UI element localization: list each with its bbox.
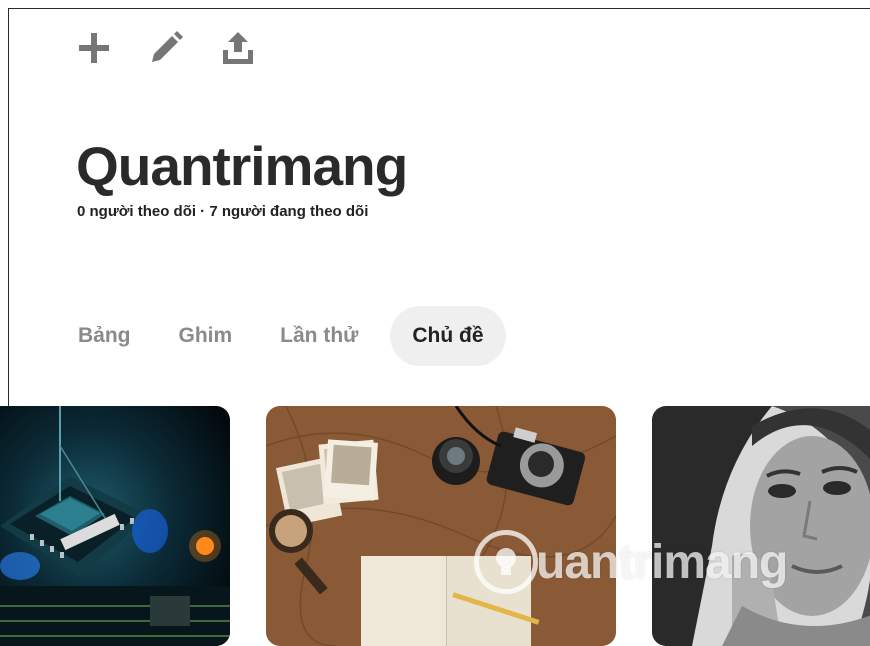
profile-tabs: Bảng Ghim Lần thử Chủ đề [62, 306, 522, 366]
add-button[interactable] [74, 28, 114, 68]
topic-card-technology[interactable] [0, 406, 230, 646]
topic-card-portrait[interactable] [652, 406, 870, 646]
tab-boards[interactable]: Bảng [62, 306, 147, 366]
portrait-image [652, 406, 870, 646]
circuit-board-image [0, 406, 230, 646]
tab-topics[interactable]: Chủ đề [390, 306, 506, 366]
profile-toolbar [74, 28, 290, 68]
window-border-top [8, 8, 870, 9]
topic-card-travel[interactable] [266, 406, 616, 646]
pencil-icon [152, 31, 183, 62]
edit-button[interactable] [146, 28, 186, 68]
profile-name: Quantrimang [76, 135, 408, 197]
tab-tries[interactable]: Lần thử [264, 306, 374, 366]
share-button[interactable] [218, 28, 258, 68]
plus-icon [79, 33, 109, 63]
share-icon [223, 32, 253, 64]
tab-pins[interactable]: Ghim [163, 306, 249, 366]
follow-stats[interactable]: 0 người theo dõi · 7 người đang theo dõi [77, 203, 368, 220]
travel-camera-image [266, 406, 616, 646]
